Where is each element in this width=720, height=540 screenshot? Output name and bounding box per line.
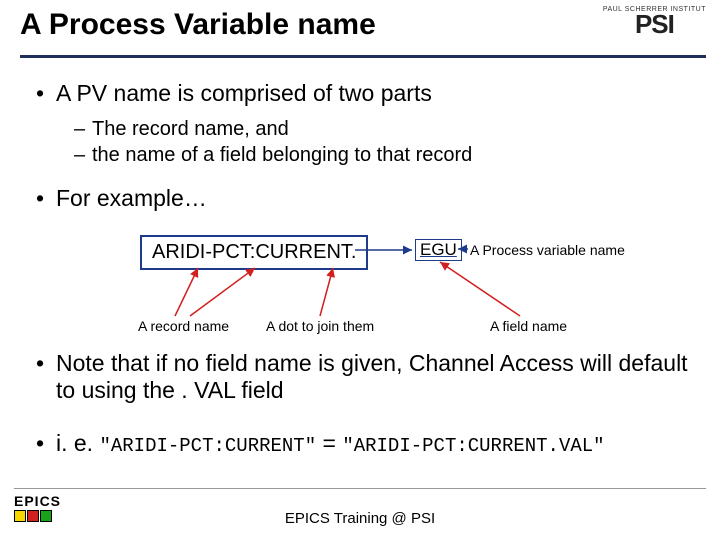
bullet-4-prefix: i. e.: [56, 430, 99, 456]
example-record-box: ARIDI-PCT:CURRENT.: [140, 235, 368, 270]
psi-logo: PAUL SCHERRER INSTITUT PSI: [603, 6, 706, 35]
bullet-2: For example…: [56, 185, 207, 212]
bullet-4-q2: "ARIDI-PCT:CURRENT.VAL": [342, 435, 604, 457]
bullet-4-q1: "ARIDI-PCT:CURRENT": [99, 435, 316, 457]
bullet-1b: the name of a field belonging to that re…: [92, 144, 472, 167]
field-name-label: A field name: [490, 318, 567, 334]
footer-rule: [14, 488, 706, 489]
bullet-1: A PV name is comprised of two parts: [56, 80, 432, 107]
example-field-box: EGU: [415, 239, 462, 261]
title-rule: [20, 55, 706, 58]
epics-logo-text: EPICS: [14, 493, 61, 509]
bullet-1a: The record name, and: [92, 118, 289, 141]
dot-label: A dot to join them: [266, 318, 374, 334]
example-field-text: EGU: [420, 240, 457, 259]
slide: A Process Variable name PAUL SCHERRER IN…: [0, 0, 720, 540]
record-name-label: A record name: [138, 318, 229, 334]
bullet-4-eq: =: [316, 430, 342, 456]
slide-title: A Process Variable name: [20, 8, 376, 42]
bullet-4: i. e. "ARIDI-PCT:CURRENT" = "ARIDI-PCT:C…: [56, 430, 605, 457]
footer-text: EPICS Training @ PSI: [0, 510, 720, 527]
psi-logo-main: PSI: [603, 13, 706, 35]
bullet-3: Note that if no field name is given, Cha…: [56, 350, 690, 404]
pv-name-label: A Process variable name: [470, 242, 625, 258]
example-dot-text: .: [351, 241, 357, 263]
example-record-text: ARIDI-PCT:CURRENT: [152, 241, 351, 263]
